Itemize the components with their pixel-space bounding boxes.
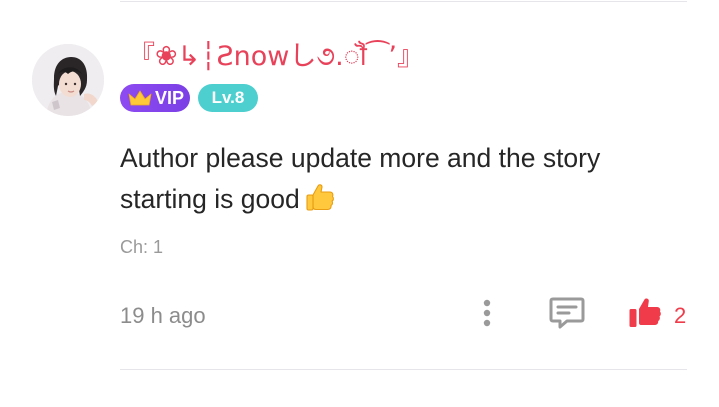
more-vertical-icon xyxy=(483,299,491,327)
avatar-image xyxy=(32,44,104,116)
thumbs-up-icon xyxy=(629,298,661,327)
crown-icon xyxy=(128,90,152,106)
avatar[interactable] xyxy=(32,44,104,116)
level-badge: Lv.8 xyxy=(198,84,258,112)
thumbs-up-emoji-icon xyxy=(304,181,336,225)
chapter-label[interactable]: Ch: 1 xyxy=(120,235,163,259)
message-square-icon xyxy=(549,297,585,329)
timestamp: 19 h ago xyxy=(120,303,206,328)
more-options-button[interactable] xyxy=(476,298,498,328)
top-divider xyxy=(120,1,687,2)
reply-button[interactable] xyxy=(548,295,586,331)
comment-text-block: Author please update more and the story … xyxy=(120,138,680,225)
vip-badge: VIP xyxy=(120,84,190,112)
username[interactable]: 『❀↳┆Ƨnowし૭.ॏ⁀’』 xyxy=(128,40,424,74)
bottom-divider xyxy=(120,369,687,370)
comment-text: Author please update more and the story … xyxy=(120,143,601,214)
like-button[interactable] xyxy=(628,296,662,330)
vip-label: VIP xyxy=(155,88,185,108)
like-count: 2 xyxy=(674,303,687,328)
